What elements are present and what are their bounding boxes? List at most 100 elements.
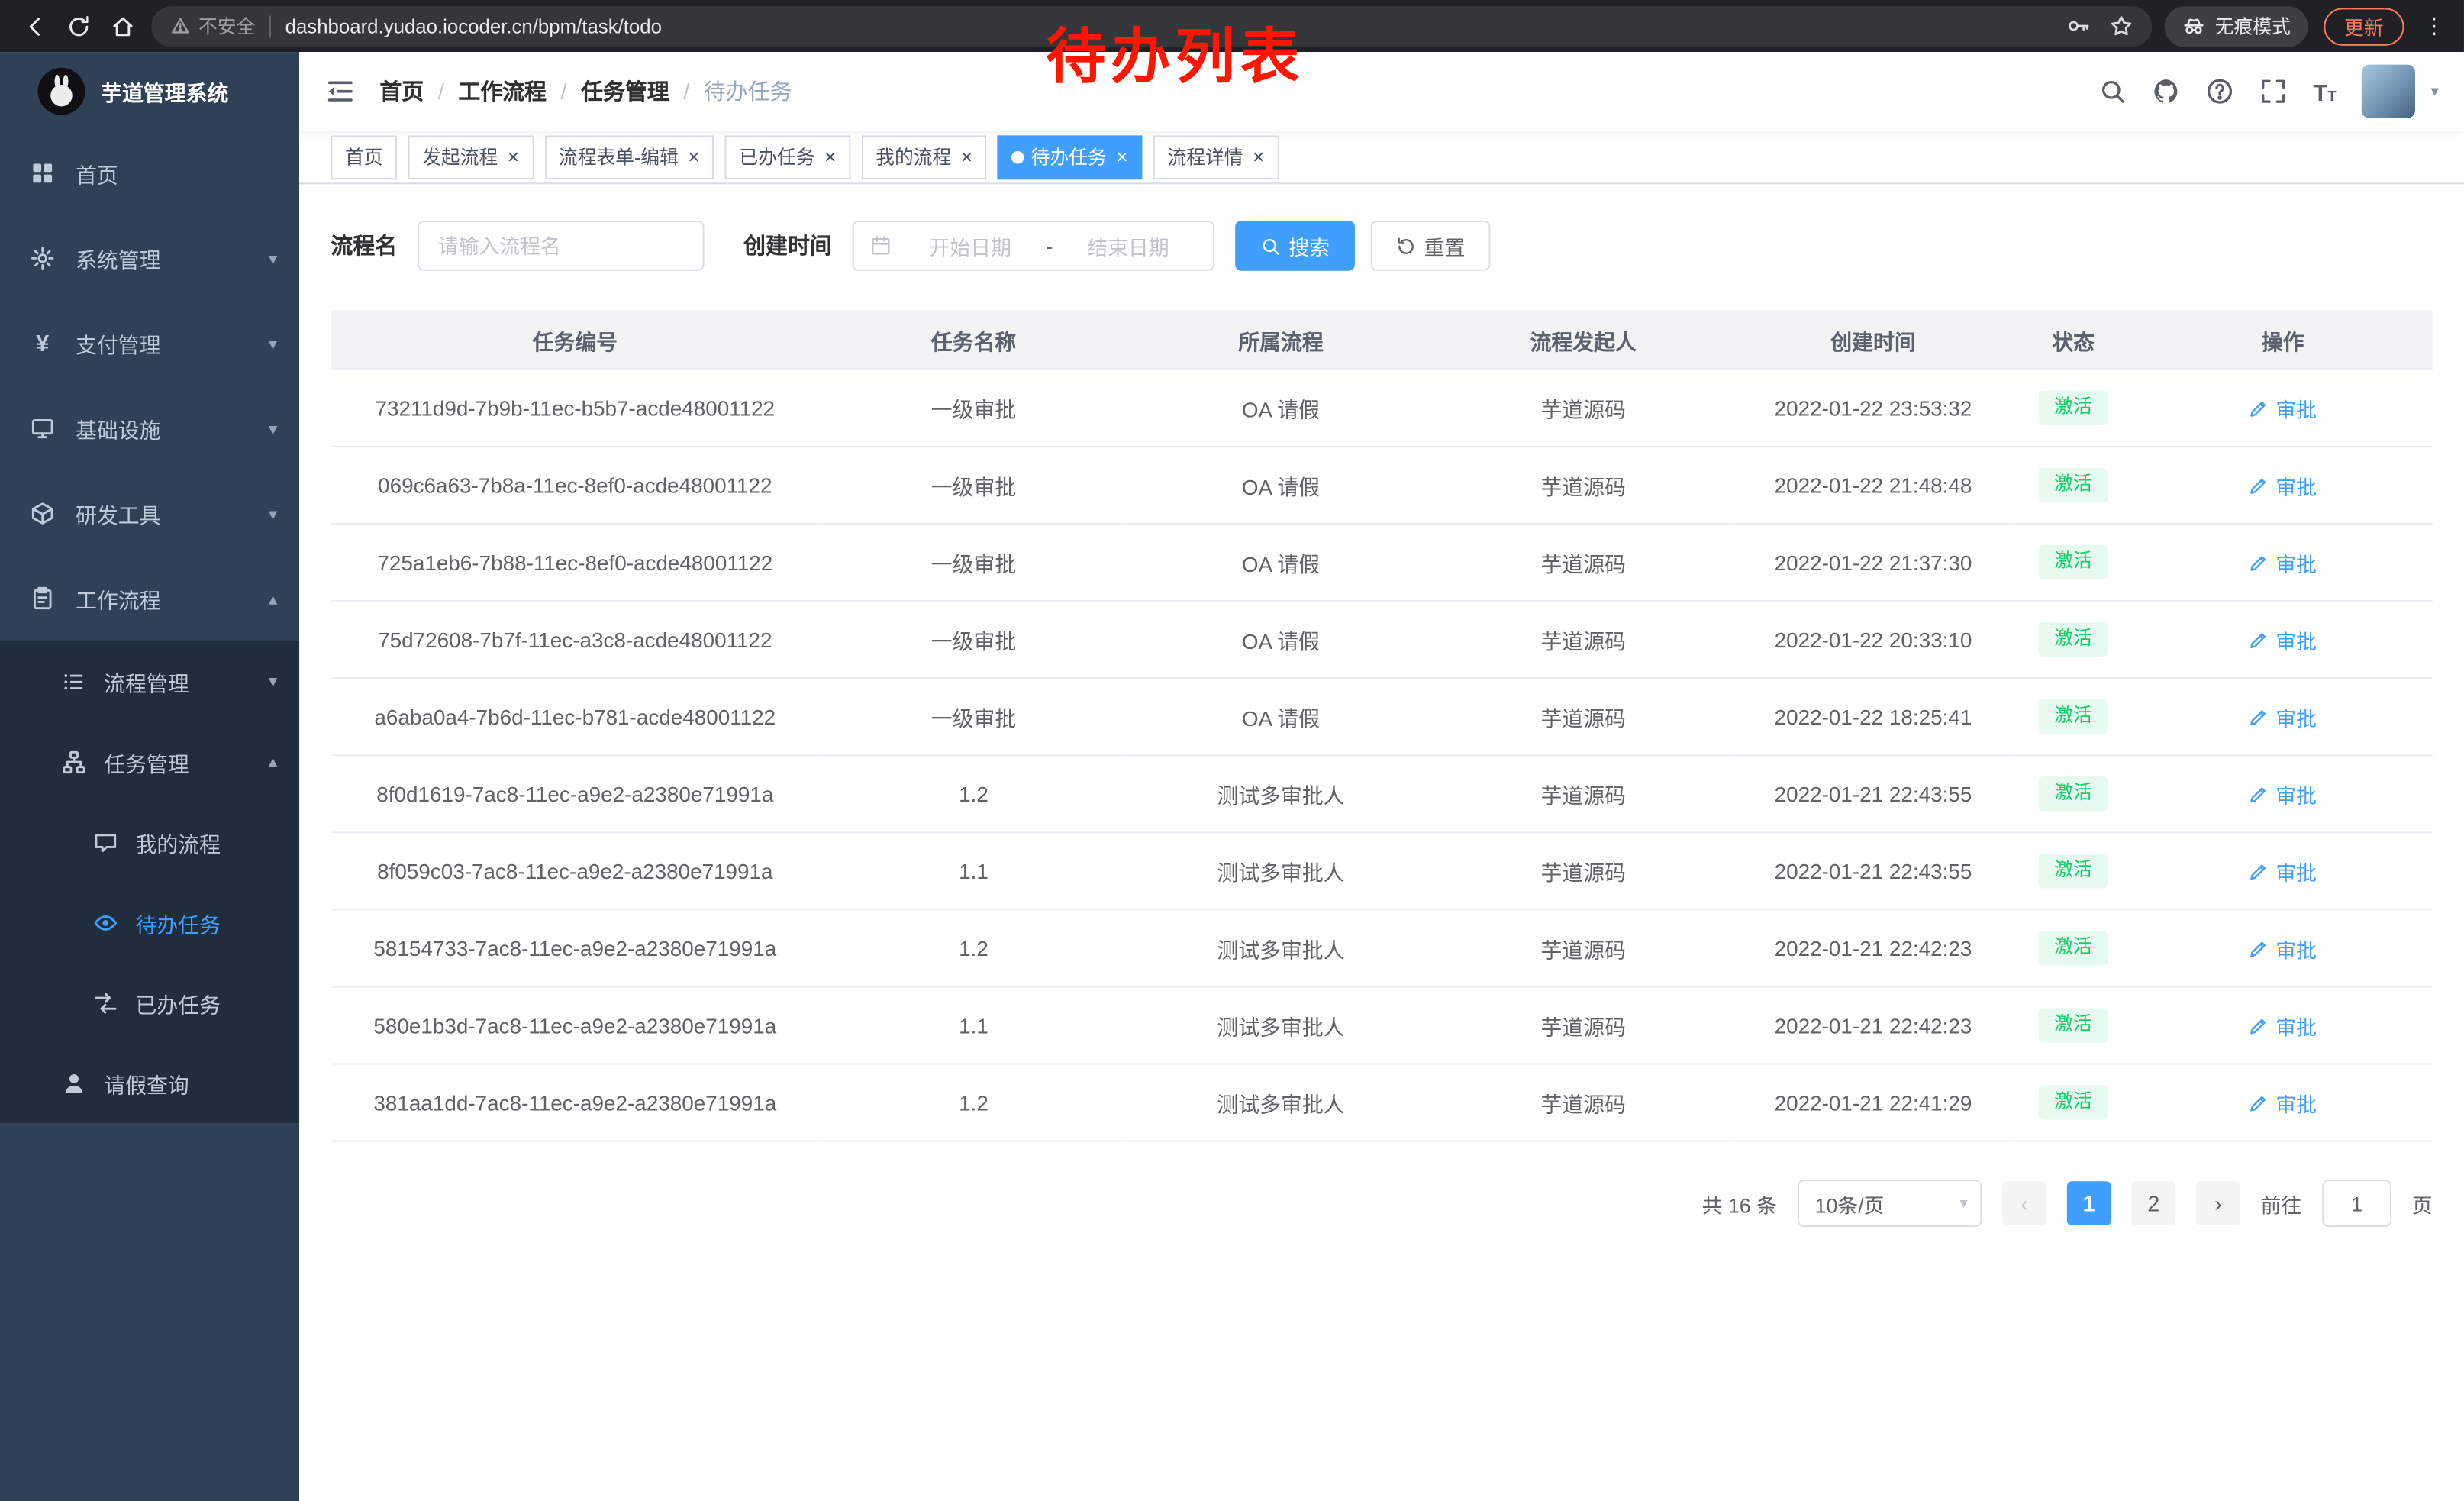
fullscreen-icon[interactable]: [2259, 77, 2288, 105]
approve-link[interactable]: 审批: [2249, 547, 2317, 577]
sidebar-item-label: 我的流程: [135, 826, 220, 857]
action-cell: 审批: [2133, 678, 2433, 755]
edit-icon: [2249, 1093, 2269, 1113]
sidebar-menu-item[interactable]: ¥ 支付管理 ▾: [0, 301, 299, 386]
task-id-cell: 069c6a63-7b8a-11ec-8ef0-acde48001122: [331, 447, 819, 524]
column-header: 流程发起人: [1434, 310, 1733, 369]
sidebar-item-label: 待办任务: [135, 906, 220, 938]
task-id-cell: 8f0d1619-7ac8-11ec-a9e2-a2380e71991a: [331, 755, 819, 832]
sidebar-menu-item[interactable]: 研发工具 ▾: [0, 471, 299, 556]
status-badge: 激活: [2039, 391, 2108, 425]
sidebar-menu-item[interactable]: 工作流程 ▴: [0, 556, 299, 641]
edit-icon: [2249, 860, 2269, 881]
sidebar-menu-item[interactable]: 基础设施 ▾: [0, 386, 299, 470]
prev-page-button[interactable]: ‹: [2002, 1181, 2046, 1225]
view-tab[interactable]: 首页: [331, 134, 397, 179]
close-icon[interactable]: ×: [824, 147, 837, 167]
initiator-cell: 芋道源码: [1434, 986, 1733, 1064]
sidebar-submenu-item[interactable]: 我的流程: [0, 802, 299, 882]
breadcrumb-separator: /: [561, 79, 567, 104]
page-number-button[interactable]: 1: [2067, 1181, 2111, 1225]
home-icon[interactable]: [101, 4, 145, 48]
browser-menu-icon[interactable]: ⋮: [2417, 13, 2451, 40]
sidebar-submenu-item[interactable]: 流程管理 ▾: [0, 641, 299, 721]
status-cell: 激活: [2014, 986, 2133, 1064]
app-logo[interactable]: 芋道管理系统: [0, 52, 299, 131]
next-page-button[interactable]: ›: [2196, 1181, 2240, 1225]
process-cell: 测试多审批人: [1128, 755, 1434, 832]
page-number-button[interactable]: 2: [2131, 1181, 2175, 1225]
reset-button[interactable]: 重置: [1371, 221, 1491, 271]
status-cell: 激活: [2014, 755, 2133, 832]
breadcrumb-item[interactable]: 首页: [379, 76, 424, 107]
content-area: 流程名 创建时间 开始日期 - 结束日期 搜索 重: [299, 184, 2464, 1501]
approve-link[interactable]: 审批: [2249, 856, 2317, 886]
collapse-sidebar-icon[interactable]: [324, 76, 356, 107]
status-badge: 激活: [2039, 854, 2108, 889]
view-tab[interactable]: 我的流程 ×: [862, 134, 987, 179]
sidebar-item-label: 首页: [76, 157, 118, 189]
view-tab[interactable]: 已办任务 ×: [725, 134, 850, 179]
process-name-input[interactable]: [418, 221, 705, 271]
help-icon[interactable]: [2206, 77, 2234, 105]
close-icon[interactable]: ×: [508, 147, 520, 167]
approve-link[interactable]: 审批: [2249, 393, 2317, 423]
sidebar-submenu-item[interactable]: 任务管理 ▴: [0, 721, 299, 802]
sidebar-submenu-item[interactable]: 已办任务: [0, 962, 299, 1042]
status-badge: 激活: [2039, 545, 2108, 579]
app-title: 芋道管理系统: [101, 76, 228, 107]
search-button[interactable]: 搜索: [1235, 221, 1355, 271]
created-time-cell: 2022-01-22 21:37:30: [1733, 524, 2013, 601]
approve-link[interactable]: 审批: [2249, 1010, 2317, 1040]
approve-link[interactable]: 审批: [2249, 1088, 2317, 1118]
close-icon[interactable]: ×: [961, 147, 973, 167]
view-tab[interactable]: 流程详情 ×: [1153, 134, 1279, 179]
avatar[interactable]: [2362, 65, 2415, 118]
reload-icon[interactable]: [56, 4, 101, 48]
approve-link[interactable]: 审批: [2249, 625, 2317, 654]
table-row: 8f0d1619-7ac8-11ec-a9e2-a2380e71991a 1.2…: [331, 755, 2432, 832]
chevron-down-icon: ▾: [269, 333, 277, 353]
breadcrumb-item[interactable]: 任务管理: [581, 76, 669, 107]
approve-link[interactable]: 审批: [2249, 933, 2317, 963]
approve-link[interactable]: 审批: [2249, 470, 2317, 500]
approve-link[interactable]: 审批: [2249, 702, 2317, 731]
close-icon[interactable]: ×: [1116, 147, 1128, 167]
sidebar-item-label: 支付管理: [76, 328, 160, 359]
font-size-icon[interactable]: TT: [2313, 77, 2336, 105]
star-icon[interactable]: [2109, 15, 2133, 38]
date-range-picker[interactable]: 开始日期 - 结束日期: [853, 221, 1215, 271]
task-name-cell: 一级审批: [819, 370, 1128, 447]
sidebar-submenu-item[interactable]: 待办任务: [0, 882, 299, 962]
back-icon[interactable]: [13, 4, 57, 48]
chevron-down-icon[interactable]: ▾: [2431, 82, 2439, 100]
end-date-placeholder: 结束日期: [1059, 231, 1197, 260]
sidebar-menu-item[interactable]: 首页: [0, 131, 299, 215]
range-separator: -: [1040, 234, 1059, 257]
page-size-select[interactable]: 10条/页 ▾: [1798, 1180, 1982, 1227]
process-cell: OA 请假: [1128, 524, 1434, 601]
sidebar-submenu-item[interactable]: 请假查询: [0, 1043, 299, 1123]
task-name-cell: 一级审批: [819, 678, 1128, 755]
breadcrumb-item[interactable]: 待办任务: [704, 76, 792, 107]
github-icon[interactable]: [2153, 77, 2181, 105]
sidebar-menu-item[interactable]: 系统管理 ▾: [0, 216, 299, 301]
created-time-cell: 2022-01-21 22:43:55: [1733, 832, 2013, 909]
url-text: dashboard.yudao.iocoder.cn/bpm/task/todo: [285, 15, 662, 37]
goto-page-input[interactable]: [2322, 1180, 2391, 1227]
view-tab[interactable]: 发起流程 ×: [408, 134, 534, 179]
edit-icon: [2249, 398, 2269, 418]
status-cell: 激活: [2014, 678, 2133, 755]
search-icon[interactable]: [2099, 77, 2127, 105]
close-icon[interactable]: ×: [688, 147, 700, 167]
action-cell: 审批: [2133, 370, 2433, 447]
update-button[interactable]: 更新: [2324, 7, 2404, 45]
box-icon: [28, 501, 56, 526]
key-icon[interactable]: [2067, 15, 2091, 38]
view-tab[interactable]: 待办任务 ×: [998, 134, 1142, 179]
approve-link[interactable]: 审批: [2249, 779, 2317, 809]
breadcrumb-item[interactable]: 工作流程: [458, 76, 547, 107]
view-tab[interactable]: 流程表单-编辑 ×: [544, 134, 714, 179]
close-icon[interactable]: ×: [1253, 147, 1265, 167]
todo-task-table: 任务编号 任务名称 所属流程 流程发起人 创建时间 状态: [331, 310, 2432, 1141]
